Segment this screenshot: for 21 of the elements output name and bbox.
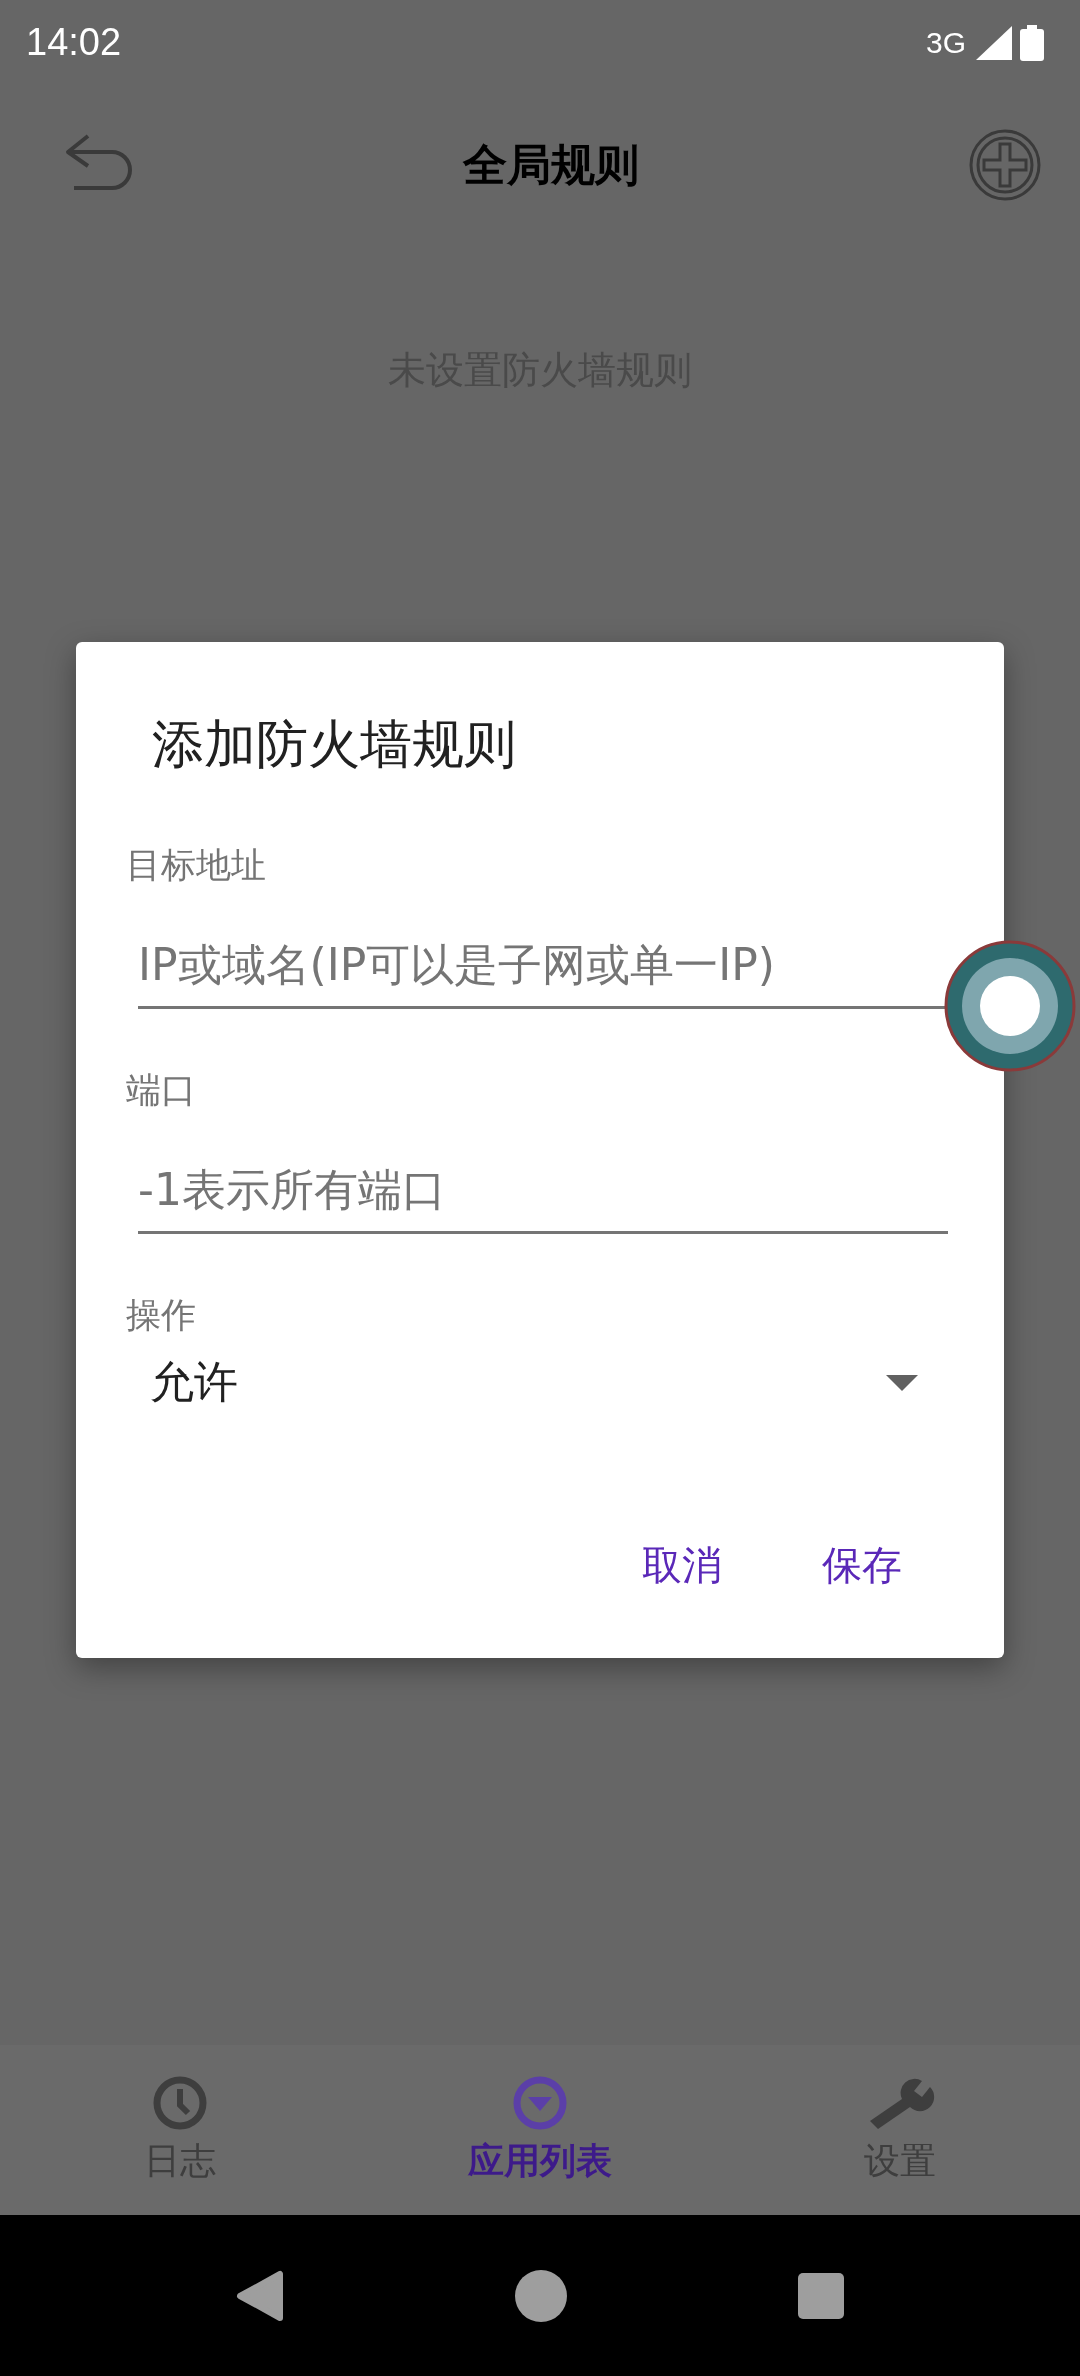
battery-icon bbox=[1020, 24, 1044, 61]
signal-icon bbox=[976, 25, 1012, 60]
input-field[interactable]: IP或域名(IP可以是子网或单一IP) bbox=[138, 927, 948, 1009]
dialog-title: 添加防火墙规则 bbox=[152, 713, 517, 776]
back-nav-icon[interactable] bbox=[235, 2269, 284, 2322]
dialog-button[interactable]: 保存 bbox=[812, 1530, 912, 1601]
status-time: 14:02 bbox=[26, 21, 122, 64]
recents-nav-icon[interactable] bbox=[798, 2272, 845, 2319]
field-label: 端口 bbox=[126, 1069, 197, 1112]
home-nav-icon[interactable] bbox=[515, 2269, 567, 2322]
floating-ball-icon[interactable] bbox=[944, 940, 1076, 1072]
page-title: 全局规则 bbox=[463, 137, 639, 192]
clock-icon bbox=[152, 2074, 208, 2131]
dropdown-circle-icon bbox=[512, 2074, 568, 2131]
input-field[interactable]: -1表示所有端口 bbox=[138, 1152, 948, 1234]
dialog-button[interactable]: 取消 bbox=[632, 1530, 732, 1601]
caret-icon bbox=[886, 1374, 918, 1391]
network-type: 3G bbox=[925, 25, 966, 60]
field-label: 操作 bbox=[126, 1294, 197, 1337]
action-dropdown[interactable]: 允许 bbox=[126, 1339, 942, 1412]
field-label: 目标地址 bbox=[126, 844, 267, 887]
